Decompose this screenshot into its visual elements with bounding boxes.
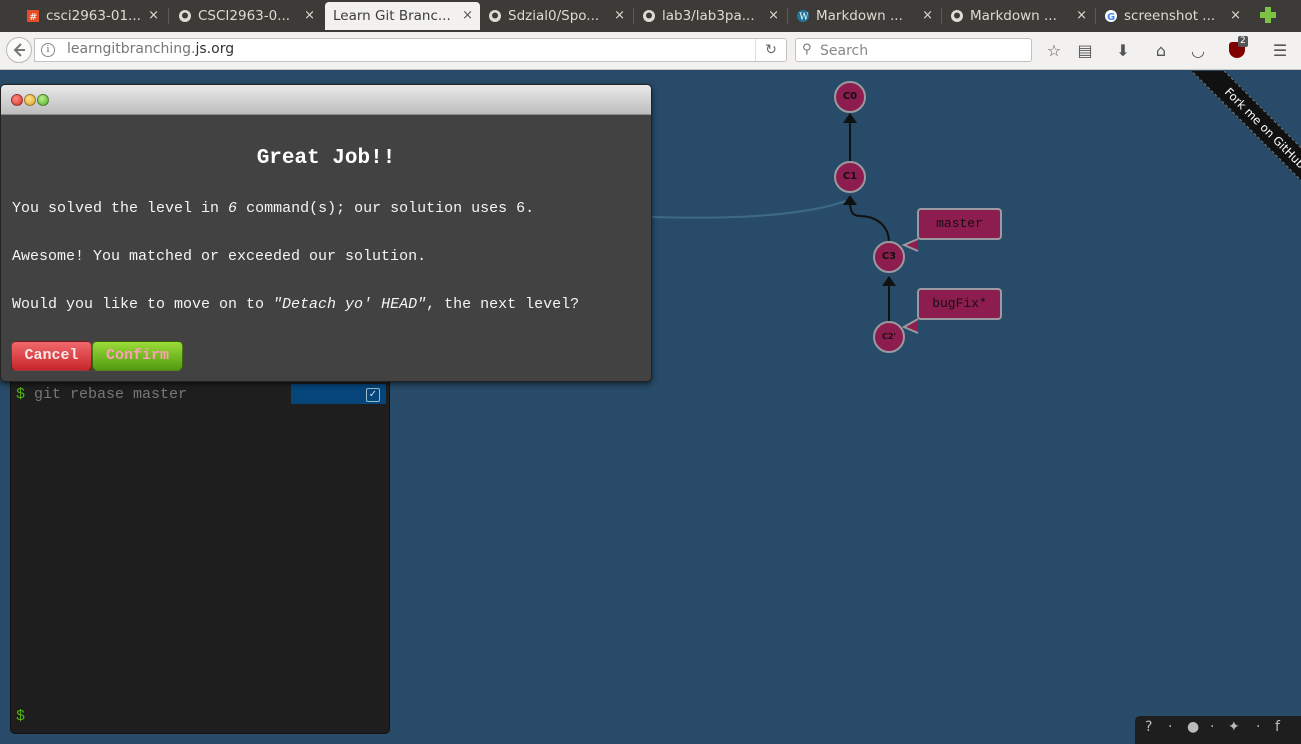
close-icon[interactable]: × (1230, 2, 1241, 30)
new-tab-plus-icon[interactable] (1258, 5, 1278, 25)
separator-dot: · (1168, 719, 1173, 735)
dialog-result-text: You solved the level in 6 command(s); ou… (12, 200, 535, 217)
cancel-button[interactable]: Cancel (11, 341, 92, 371)
close-icon[interactable]: × (922, 2, 933, 30)
navigation-bar: i learngitbranching.js.org ↻ ⚲ ☆ ▤ ⬇ ⌂ ◡… (0, 32, 1301, 70)
reload-icon[interactable]: ↻ (755, 39, 786, 61)
branch-master[interactable]: master (917, 208, 1002, 240)
url-text[interactable]: learngitbranching.js.org (67, 41, 234, 57)
commit-c3[interactable]: C3 (873, 241, 905, 273)
downloads-icon[interactable]: ⬇ (1112, 40, 1134, 62)
url-bar[interactable]: i learngitbranching.js.org ↻ (34, 38, 787, 62)
github-ribbon-label[interactable]: Fork me on GitHub (1185, 71, 1301, 208)
tab-label: Learn Git Branc... (333, 8, 451, 24)
globe-icon[interactable]: ● (1187, 719, 1199, 735)
github-icon (951, 10, 963, 22)
tab-label: Markdown ... (816, 8, 903, 24)
close-icon[interactable]: × (462, 2, 473, 30)
reading-list-icon[interactable]: ▤ (1074, 40, 1096, 62)
tab-lab3[interactable]: lab3/lab3pa... × (636, 2, 786, 30)
tab-divider (1095, 8, 1096, 24)
commit-c2-prime[interactable]: C2' (873, 321, 905, 353)
bugfix-branch-arrow (901, 318, 919, 334)
tab-divider (787, 8, 788, 24)
github-icon (643, 10, 655, 22)
tab-label: csci2963-01... (46, 8, 141, 24)
search-icon: ⚲ (802, 42, 812, 57)
custom-favicon-icon: # (27, 10, 39, 23)
github-icon (179, 10, 191, 22)
wordpress-icon: W (797, 10, 809, 23)
dialog-heading: Great Job!! (256, 147, 396, 170)
branch-bugfix[interactable]: bugFix* (917, 288, 1002, 320)
commit-c1[interactable]: C1 (834, 161, 866, 193)
browser-tab-strip: # csci2963-01... × CSCI2963-0... × Learn… (0, 0, 1301, 32)
close-light-icon[interactable] (11, 94, 23, 106)
separator-dot: · (1256, 719, 1261, 735)
bookmark-star-icon[interactable]: ☆ (1043, 40, 1065, 62)
master-branch-arrow (901, 238, 919, 252)
tab-markdown-github[interactable]: Markdown ... × (944, 2, 1094, 30)
confirm-button[interactable]: Confirm (92, 341, 183, 371)
twitter-icon[interactable]: ✦ (1228, 719, 1240, 735)
minimize-light-icon[interactable] (24, 94, 36, 106)
tab-label: Sdzial0/Spo... (508, 8, 600, 24)
help-icon[interactable]: ? (1145, 719, 1152, 735)
arrow-c0 (843, 113, 857, 123)
tab-divider (633, 8, 634, 24)
home-icon[interactable]: ⌂ (1150, 40, 1172, 62)
level-complete-dialog: Great Job!! You solved the level in 6 co… (0, 84, 652, 382)
back-button[interactable] (6, 37, 32, 63)
tab-learn-git-branching[interactable]: Learn Git Branc... × (325, 2, 480, 30)
close-icon[interactable]: × (304, 2, 315, 30)
close-icon[interactable]: × (148, 2, 159, 30)
tab-label: lab3/lab3pa... (662, 8, 755, 24)
google-icon: G (1105, 10, 1117, 23)
svg-text:W: W (799, 13, 809, 23)
close-icon[interactable]: × (768, 2, 779, 30)
edge-c3-c1 (849, 200, 890, 244)
svg-text:G: G (1107, 12, 1115, 23)
tab-screenshot-google[interactable]: G screenshot ... × (1098, 2, 1248, 30)
tab-label: Markdown ... (970, 8, 1057, 24)
search-bar[interactable]: ⚲ (795, 38, 1032, 62)
tab-sdzial0[interactable]: Sdzial0/Spo... × (482, 2, 632, 30)
site-info-icon[interactable]: i (41, 43, 55, 57)
close-icon[interactable]: × (614, 2, 625, 30)
tab-label: screenshot ... (1124, 8, 1216, 24)
separator-dot: · (1210, 719, 1215, 735)
dialog-awesome-text: Awesome! You matched or exceeded our sol… (12, 248, 427, 265)
maximize-light-icon[interactable] (37, 94, 49, 106)
back-arrow-icon (13, 43, 25, 57)
dialog-next-level-text: Would you like to move on to "Detach yo'… (12, 296, 580, 313)
pocket-icon[interactable]: ◡ (1187, 40, 1209, 62)
facebook-icon[interactable]: f (1275, 719, 1280, 735)
ublock-badge: 2 (1238, 36, 1248, 47)
tab-divider (168, 8, 169, 24)
tab-csci2963-github[interactable]: CSCI2963-0... × (172, 2, 322, 30)
footer-social-bar: ? · ● · ✦ · f (1135, 716, 1301, 744)
search-input[interactable] (818, 41, 1022, 61)
svg-text:#: # (29, 12, 37, 23)
tab-divider (941, 8, 942, 24)
arrow-c1 (843, 195, 857, 205)
menu-icon[interactable]: ☰ (1269, 40, 1291, 62)
arrow-c3 (882, 276, 896, 286)
dialog-titlebar (1, 85, 651, 115)
github-ribbon[interactable]: Fork me on GitHub (1151, 71, 1301, 221)
github-icon (489, 10, 501, 22)
tab-markdown-wordpress[interactable]: W Markdown ... × (790, 2, 940, 30)
commit-c0[interactable]: C0 (834, 81, 866, 113)
close-icon[interactable]: × (1076, 2, 1087, 30)
origin-connector-line (651, 200, 847, 219)
tab-label: CSCI2963-0... (198, 8, 291, 24)
tab-csci2963[interactable]: # csci2963-01... × (20, 2, 166, 30)
